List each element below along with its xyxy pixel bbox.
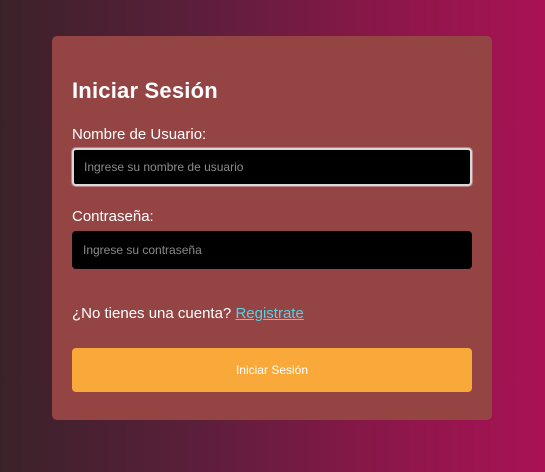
signup-prompt-text: ¿No tienes una cuenta?	[72, 305, 232, 322]
username-label: Nombre de Usuario:	[72, 126, 207, 143]
register-link[interactable]: Registrate	[235, 305, 303, 322]
username-input[interactable]	[72, 148, 472, 186]
password-input[interactable]	[72, 231, 472, 269]
login-button[interactable]: Iniciar Sesión	[72, 348, 472, 392]
signup-prompt: ¿No tienes una cuenta? Registrate	[72, 305, 304, 322]
login-card: Iniciar Sesión Nombre de Usuario: Contra…	[52, 36, 492, 420]
password-label: Contraseña:	[72, 208, 154, 225]
login-title: Iniciar Sesión	[72, 78, 218, 103]
